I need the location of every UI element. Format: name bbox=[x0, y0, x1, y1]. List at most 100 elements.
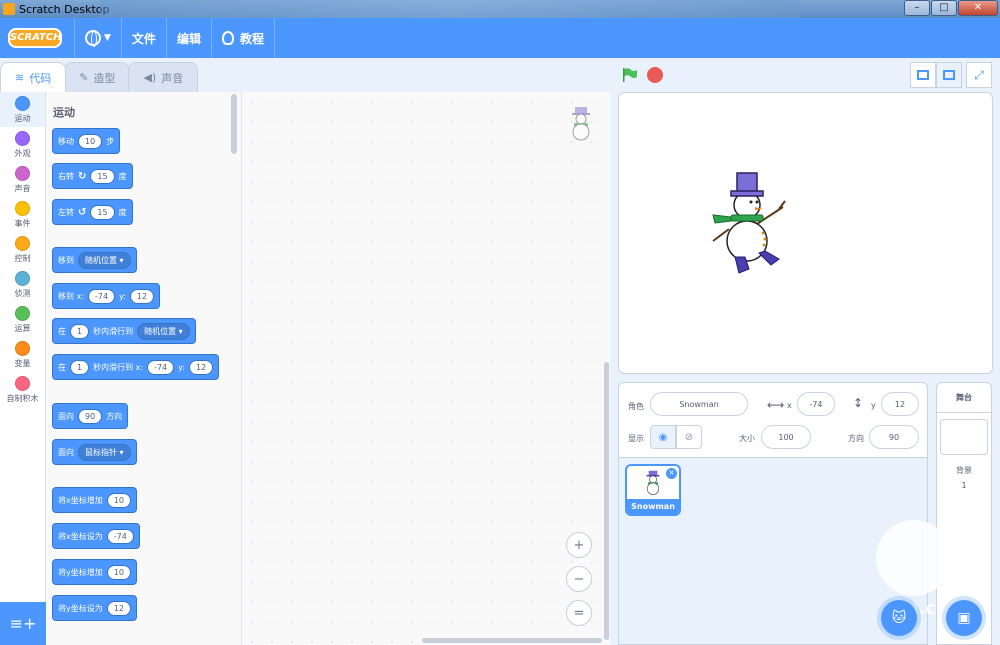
block-label: 将x坐标增加 bbox=[58, 495, 103, 505]
snowman-sprite[interactable] bbox=[705, 169, 795, 275]
titlebar-background bbox=[100, 0, 800, 18]
scratch-logo[interactable]: SCRATCH bbox=[8, 28, 62, 48]
block-label: 左转 bbox=[58, 207, 74, 217]
eye-icon: ◉ bbox=[658, 431, 668, 443]
maximize-button[interactable]: □ bbox=[931, 0, 957, 16]
block-input[interactable]: 10 bbox=[106, 564, 131, 580]
tab-code[interactable]: ≋ 代码 bbox=[0, 62, 67, 92]
block-set-y[interactable]: 将y坐标设为 12 bbox=[52, 595, 137, 621]
block-label: 度 bbox=[118, 171, 127, 181]
category-item[interactable]: 运算 bbox=[0, 302, 45, 337]
zoom-reset-button[interactable]: = bbox=[566, 600, 592, 626]
block-goto-xy[interactable]: 移到 x: -74 y: 12 bbox=[52, 283, 161, 309]
language-menu[interactable]: ▼ bbox=[74, 18, 122, 58]
block-input[interactable]: 1 bbox=[70, 323, 90, 339]
snowman-thumbnail-icon bbox=[646, 470, 660, 495]
block-dropdown[interactable]: 随机位置 ▾ bbox=[137, 322, 190, 340]
large-stage-button[interactable] bbox=[936, 62, 962, 88]
stage-thumbnail[interactable] bbox=[940, 419, 988, 455]
category-menu: 运动外观声音 事件 控制 侦测 运算 变量 自制积木 bbox=[0, 92, 46, 602]
category-dot-icon bbox=[15, 165, 30, 181]
category-item[interactable]: 控制 bbox=[0, 232, 45, 267]
block-label: 将x坐标设为 bbox=[58, 531, 103, 541]
vertical-arrows-icon: ↕ bbox=[853, 396, 864, 410]
tab-sounds[interactable]: ◀) 声音 bbox=[128, 62, 199, 92]
tab-sounds-label: 声音 bbox=[161, 71, 184, 85]
x-input[interactable]: -74 bbox=[797, 392, 835, 416]
block-input[interactable]: 12 bbox=[106, 600, 131, 616]
watermark-circle bbox=[876, 520, 952, 596]
block-turn-right[interactable]: 右转 ↻ 15 度 bbox=[52, 163, 133, 189]
block-input[interactable]: 12 bbox=[189, 359, 214, 375]
block-input[interactable]: 10 bbox=[78, 133, 103, 149]
workspace-vscrollbar[interactable] bbox=[604, 362, 609, 640]
sprite-tile-name: Snowman bbox=[627, 499, 679, 514]
category-item[interactable]: 声音 bbox=[0, 162, 45, 197]
block-input[interactable]: -74 bbox=[147, 359, 175, 375]
workspace-hscrollbar[interactable] bbox=[422, 638, 602, 643]
zoom-out-button[interactable]: − bbox=[566, 566, 592, 592]
block-input[interactable]: -74 bbox=[87, 288, 116, 304]
block-turn-left[interactable]: 左转 ↺ 15 度 bbox=[52, 199, 133, 225]
block-point-direction[interactable]: 面向 90 方向 bbox=[52, 403, 129, 429]
block-input[interactable]: 90 bbox=[78, 408, 103, 424]
block-input[interactable]: -74 bbox=[106, 528, 134, 544]
code-workspace[interactable]: + − = bbox=[242, 92, 610, 645]
block-glide-to[interactable]: 在 1 秒内滑行到 随机位置 ▾ bbox=[52, 318, 196, 344]
block-input[interactable]: 15 bbox=[90, 204, 115, 220]
small-stage-icon bbox=[917, 70, 929, 80]
category-dot-icon bbox=[15, 95, 30, 111]
backdrops-count: 1 bbox=[961, 481, 967, 490]
direction-input[interactable]: 90 bbox=[869, 425, 919, 449]
category-item[interactable]: 侦测 bbox=[0, 267, 45, 302]
small-stage-button[interactable] bbox=[910, 62, 936, 88]
tab-costumes[interactable]: ✎ 造型 bbox=[64, 62, 131, 92]
block-input[interactable]: 15 bbox=[90, 168, 115, 184]
block-input[interactable]: 1 bbox=[70, 359, 90, 375]
tutorials-menu[interactable]: 教程 bbox=[212, 18, 275, 58]
sprite-name-input[interactable]: Snowman bbox=[650, 392, 748, 416]
block-goto[interactable]: 移到 随机位置 ▾ bbox=[52, 247, 137, 273]
zoom-in-button[interactable]: + bbox=[566, 532, 592, 558]
minimize-button[interactable]: – bbox=[904, 0, 930, 16]
category-item[interactable]: 运动 bbox=[0, 92, 45, 127]
y-input[interactable]: 12 bbox=[881, 392, 919, 416]
block-label: 面向 bbox=[58, 447, 74, 457]
block-move-steps[interactable]: 移动 10 步 bbox=[52, 128, 121, 154]
category-item[interactable]: 事件 bbox=[0, 197, 45, 232]
choose-backdrop-button[interactable]: ▣ bbox=[946, 600, 982, 636]
block-dropdown[interactable]: 随机位置 ▾ bbox=[78, 251, 131, 269]
file-menu[interactable]: 文件 bbox=[122, 18, 167, 58]
hide-sprite-button[interactable]: ⊘ bbox=[676, 425, 702, 449]
category-item[interactable]: 外观 bbox=[0, 127, 45, 162]
green-flag-icon[interactable] bbox=[622, 67, 638, 83]
horizontal-arrows-icon: ⟷ bbox=[767, 398, 785, 412]
block-change-x[interactable]: 将x坐标增加 10 bbox=[52, 487, 137, 513]
edit-menu[interactable]: 编辑 bbox=[167, 18, 212, 58]
app-icon bbox=[3, 3, 15, 15]
eye-off-icon: ⊘ bbox=[684, 431, 694, 443]
block-input[interactable]: 10 bbox=[106, 492, 131, 508]
block-point-towards[interactable]: 面向 鼠标指针 ▾ bbox=[52, 439, 137, 465]
block-set-x[interactable]: 将x坐标设为 -74 bbox=[52, 523, 140, 549]
choose-sprite-button[interactable]: 🐱 bbox=[881, 600, 917, 636]
category-item[interactable]: 变量 bbox=[0, 337, 45, 372]
close-button[interactable]: ✕ bbox=[958, 0, 998, 16]
delete-sprite-button[interactable]: ✕ bbox=[666, 468, 677, 479]
palette-scrollbar[interactable] bbox=[231, 94, 237, 154]
palette-section-title: 运动 bbox=[53, 106, 75, 119]
block-change-y[interactable]: 将y坐标增加 10 bbox=[52, 559, 137, 585]
show-sprite-button[interactable]: ◉ bbox=[650, 425, 676, 449]
fullscreen-button[interactable]: ⤢ bbox=[966, 62, 992, 88]
stop-button[interactable] bbox=[647, 67, 663, 83]
category-dot-icon bbox=[15, 235, 30, 251]
sprite-tile[interactable]: ✕ Snowman bbox=[625, 464, 681, 516]
stage-canvas[interactable] bbox=[618, 92, 993, 374]
block-input[interactable]: 12 bbox=[129, 288, 155, 304]
category-label: 外观 bbox=[14, 148, 31, 158]
add-extension-button[interactable]: ≡+ bbox=[0, 602, 46, 645]
block-dropdown[interactable]: 鼠标指针 ▾ bbox=[78, 443, 131, 461]
size-input[interactable]: 100 bbox=[761, 425, 811, 449]
category-item[interactable]: 自制积木 bbox=[0, 372, 45, 407]
block-glide-xy[interactable]: 在 1 秒内滑行到 x: -74 y: 12 bbox=[52, 354, 220, 380]
